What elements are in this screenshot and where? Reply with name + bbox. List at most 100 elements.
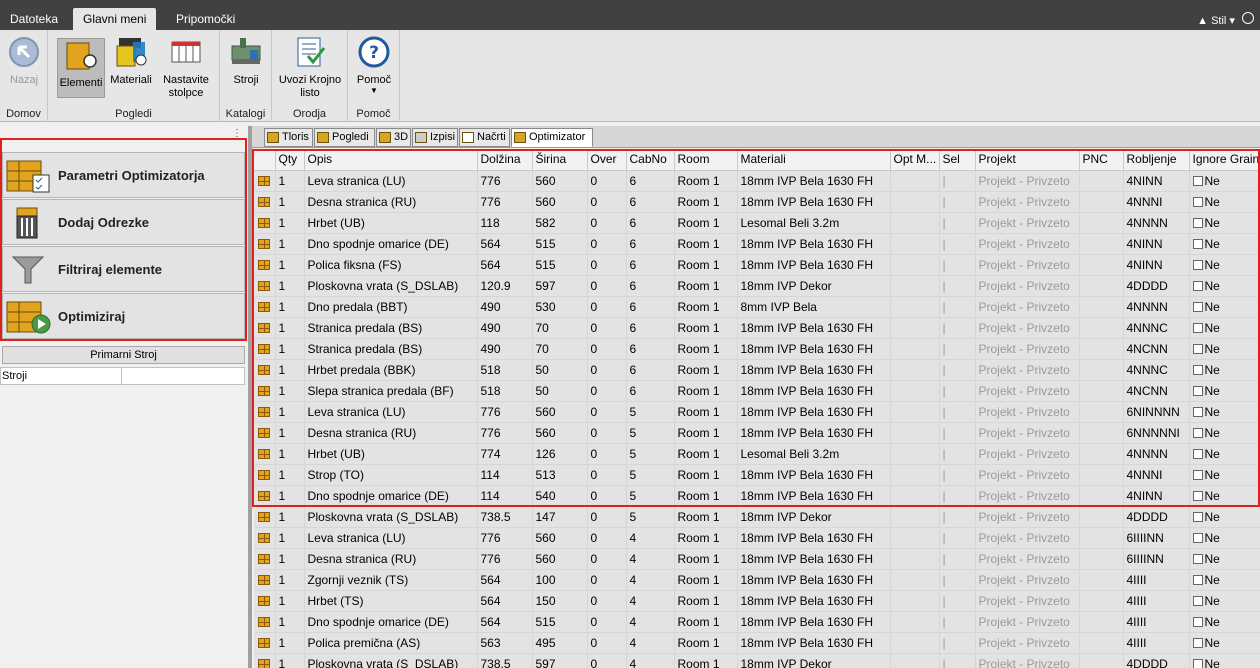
opt-material-cell[interactable]	[890, 317, 940, 339]
project-cell[interactable]: Projekt - Privzeto	[975, 632, 1080, 654]
sel-cell[interactable]: |	[939, 485, 976, 507]
column-header[interactable]: Širina	[532, 149, 588, 171]
ignore-grain-cell[interactable]: Ne	[1189, 506, 1260, 528]
width-cell[interactable]: 540	[532, 485, 588, 507]
width-cell[interactable]: 100	[532, 569, 588, 591]
cabno-cell[interactable]: 6	[626, 338, 675, 360]
width-cell[interactable]: 515	[532, 611, 588, 633]
room-cell[interactable]: Room 1	[674, 527, 738, 549]
over-cell[interactable]: 0	[587, 548, 627, 570]
qty-cell[interactable]: 1	[275, 233, 305, 255]
ignore-grain-cell[interactable]: Ne	[1189, 275, 1260, 297]
column-header[interactable]: Robljenje	[1123, 149, 1190, 171]
qty-cell[interactable]: 1	[275, 653, 305, 668]
opt-material-cell[interactable]	[890, 569, 940, 591]
ignore-grain-cell[interactable]: Ne	[1189, 443, 1260, 465]
elements-button[interactable]: Elementi	[57, 38, 105, 98]
cabno-cell[interactable]: 6	[626, 191, 675, 213]
column-header[interactable]: Projekt	[975, 149, 1080, 171]
qty-cell[interactable]: 1	[275, 632, 305, 654]
room-cell[interactable]: Room 1	[674, 611, 738, 633]
project-cell[interactable]: Projekt - Privzeto	[975, 212, 1080, 234]
row-element-cell[interactable]	[254, 233, 276, 255]
material-cell[interactable]: 18mm IVP Dekor	[737, 506, 891, 528]
qty-cell[interactable]: 1	[275, 527, 305, 549]
pnc-cell[interactable]	[1079, 359, 1124, 381]
style-menu[interactable]: ▲ Stil ▾	[1197, 12, 1254, 27]
qty-cell[interactable]: 1	[275, 590, 305, 612]
over-cell[interactable]: 0	[587, 506, 627, 528]
optimizer-params-button[interactable]: Parametri Optimizatorja	[2, 152, 245, 198]
row-element-cell[interactable]	[254, 527, 276, 549]
opt-material-cell[interactable]	[890, 443, 940, 465]
qty-cell[interactable]: 1	[275, 170, 305, 192]
opt-material-cell[interactable]	[890, 212, 940, 234]
column-header[interactable]: Room	[674, 149, 738, 171]
pnc-cell[interactable]	[1079, 485, 1124, 507]
material-cell[interactable]: 18mm IVP Bela 1630 FH	[737, 170, 891, 192]
ignore-grain-cell[interactable]: Ne	[1189, 380, 1260, 402]
sel-cell[interactable]: |	[939, 170, 976, 192]
qty-cell[interactable]: 1	[275, 317, 305, 339]
description-cell[interactable]: Desna stranica (RU)	[304, 191, 478, 213]
table-row[interactable]: 1 Stranica predala (BS) 490 70 0 6 Room 1 18mm …	[254, 317, 1260, 339]
ignore-grain-checkbox[interactable]	[1192, 491, 1203, 502]
cabno-cell[interactable]: 6	[626, 254, 675, 276]
description-cell[interactable]: Leva stranica (LU)	[304, 170, 478, 192]
pnc-cell[interactable]	[1079, 653, 1124, 668]
pnc-cell[interactable]	[1079, 191, 1124, 213]
add-offcuts-button[interactable]: Dodaj Odrezke	[2, 199, 245, 245]
over-cell[interactable]: 0	[587, 170, 627, 192]
description-cell[interactable]: Dno predala (BBT)	[304, 296, 478, 318]
row-element-cell[interactable]	[254, 275, 276, 297]
cabno-cell[interactable]: 4	[626, 611, 675, 633]
material-cell[interactable]: 18mm IVP Dekor	[737, 653, 891, 668]
edging-cell[interactable]: 4DDDD	[1123, 506, 1190, 528]
project-cell[interactable]: Projekt - Privzeto	[975, 254, 1080, 276]
sel-cell[interactable]: |	[939, 191, 976, 213]
row-element-cell[interactable]	[254, 485, 276, 507]
room-cell[interactable]: Room 1	[674, 338, 738, 360]
tab-3d[interactable]: 3D	[376, 128, 411, 147]
room-cell[interactable]: Room 1	[674, 233, 738, 255]
edging-cell[interactable]: 4NNNN	[1123, 296, 1190, 318]
pnc-cell[interactable]	[1079, 527, 1124, 549]
description-cell[interactable]: Polica fiksna (FS)	[304, 254, 478, 276]
sel-cell[interactable]: |	[939, 401, 976, 423]
filter-elements-button[interactable]: Filtriraj elemente	[2, 246, 245, 292]
project-cell[interactable]: Projekt - Privzeto	[975, 485, 1080, 507]
sel-cell[interactable]: |	[939, 548, 976, 570]
room-cell[interactable]: Room 1	[674, 653, 738, 668]
menu-tab-glavni-meni[interactable]: Glavni meni	[73, 8, 157, 30]
edging-cell[interactable]: 4NINN	[1123, 254, 1190, 276]
material-cell[interactable]: 18mm IVP Bela 1630 FH	[737, 548, 891, 570]
set-columns-button[interactable]: Nastavite stolpce	[158, 36, 214, 100]
width-cell[interactable]: 147	[532, 506, 588, 528]
edging-cell[interactable]: 4NNNN	[1123, 212, 1190, 234]
row-element-cell[interactable]	[254, 506, 276, 528]
project-cell[interactable]: Projekt - Privzeto	[975, 422, 1080, 444]
length-cell[interactable]: 564	[477, 590, 533, 612]
ignore-grain-checkbox[interactable]	[1192, 218, 1203, 229]
pnc-cell[interactable]	[1079, 254, 1124, 276]
ignore-grain-cell[interactable]: Ne	[1189, 191, 1260, 213]
project-cell[interactable]: Projekt - Privzeto	[975, 569, 1080, 591]
room-cell[interactable]: Room 1	[674, 401, 738, 423]
over-cell[interactable]: 0	[587, 212, 627, 234]
materials-button[interactable]: Materiali	[108, 36, 154, 87]
over-cell[interactable]: 0	[587, 443, 627, 465]
row-element-cell[interactable]	[254, 254, 276, 276]
ignore-grain-checkbox[interactable]	[1192, 596, 1203, 607]
material-cell[interactable]: 18mm IVP Bela 1630 FH	[737, 632, 891, 654]
table-row[interactable]: 1 Stranica predala (BS) 490 70 0 6 Room 1 18mm …	[254, 338, 1260, 360]
pnc-cell[interactable]	[1079, 233, 1124, 255]
description-cell[interactable]: Stranica predala (BS)	[304, 338, 478, 360]
room-cell[interactable]: Room 1	[674, 590, 738, 612]
over-cell[interactable]: 0	[587, 338, 627, 360]
tab-nacrti[interactable]: Načrti	[459, 128, 510, 147]
length-cell[interactable]: 776	[477, 170, 533, 192]
tab-optimizator[interactable]: Optimizator	[511, 128, 593, 147]
opt-material-cell[interactable]	[890, 359, 940, 381]
row-element-cell[interactable]	[254, 611, 276, 633]
description-cell[interactable]: Ploskovna vrata (S_DSLAB)	[304, 506, 478, 528]
